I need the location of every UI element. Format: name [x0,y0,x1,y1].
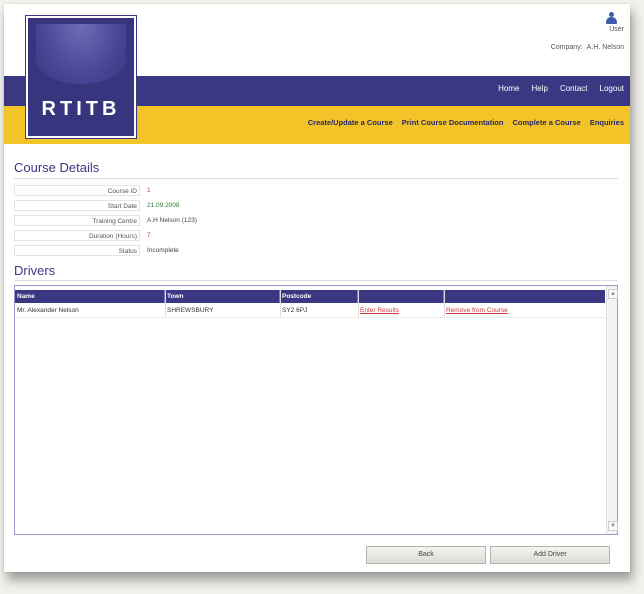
column-divider [165,290,166,317]
detail-value: 7 [147,232,151,239]
grid-scrollbar[interactable]: ▲ ▼ [606,286,618,534]
sub-nav: Create/Update a Course Print Course Docu… [308,118,624,127]
detail-value: 1 [147,187,151,194]
rtitb-logo[interactable]: RTITB [26,16,136,138]
back-button[interactable]: Back [366,546,486,564]
logo-arc [36,24,126,84]
nav-home[interactable]: Home [498,84,519,93]
cell-name: Mr. Alexander Nelson [17,307,79,314]
nav-create-update-course[interactable]: Create/Update a Course [308,118,393,127]
column-header-postcode[interactable]: Postcode [280,290,358,303]
enter-results-link[interactable]: Enter Results [360,307,399,314]
column-header-name[interactable]: Name [15,290,165,303]
detail-label: Training Centre [14,215,140,226]
detail-label: Status [14,245,140,256]
company-value: A.H. Nelson [586,44,624,51]
grid-header: Name Town Postcode [15,290,605,303]
course-details-title: Course Details [14,160,100,175]
column-header-town[interactable]: Town [165,290,280,303]
detail-value: 21.09.2008 [147,202,180,209]
column-header-action-2 [444,290,605,303]
top-nav: Home Help Contact Logout [498,84,624,93]
cell-postcode: SY2 6PJ [282,307,308,314]
nav-enquiries[interactable]: Enquiries [590,118,624,127]
nav-logout[interactable]: Logout [600,84,624,93]
scroll-down-icon[interactable]: ▼ [608,521,618,531]
detail-value: A.H Nelson (123) [147,217,197,224]
detail-value: Incomplete [147,247,179,254]
detail-label: Duration (Hours) [14,230,140,241]
nav-help[interactable]: Help [532,84,548,93]
add-driver-button[interactable]: Add Driver [490,546,610,564]
remove-from-course-link[interactable]: Remove from Course [446,307,508,314]
drivers-title: Drivers [14,263,56,278]
nav-contact[interactable]: Contact [560,84,588,93]
app-window: RTITB SETTING THE STANDARD User Company:… [4,4,630,572]
column-divider [280,290,281,317]
logo-text: RTITB [41,98,121,120]
column-divider [444,290,445,317]
drivers-grid: Name Town Postcode Mr. Alexander Nelson … [14,285,618,535]
cell-town: SHREWSBURY [167,307,214,314]
nav-print-course-documentation[interactable]: Print Course Documentation [402,118,504,127]
scroll-up-icon[interactable]: ▲ [608,289,618,299]
divider [14,280,618,281]
detail-label: Start Date [14,200,140,211]
table-row: Mr. Alexander Nelson SHREWSBURY SY2 6PJ … [15,304,605,318]
divider [14,178,618,179]
logo-tagline: SETTING THE STANDARD [42,128,122,134]
detail-label: Course ID [14,185,140,196]
column-header-action-1 [358,290,444,303]
user-icon[interactable] [606,12,617,24]
company-label: Company: [550,44,583,51]
company-info: Company: A.H. Nelson [547,44,624,51]
column-divider [358,290,359,317]
nav-complete-course[interactable]: Complete a Course [512,118,580,127]
user-label[interactable]: User [609,26,624,33]
